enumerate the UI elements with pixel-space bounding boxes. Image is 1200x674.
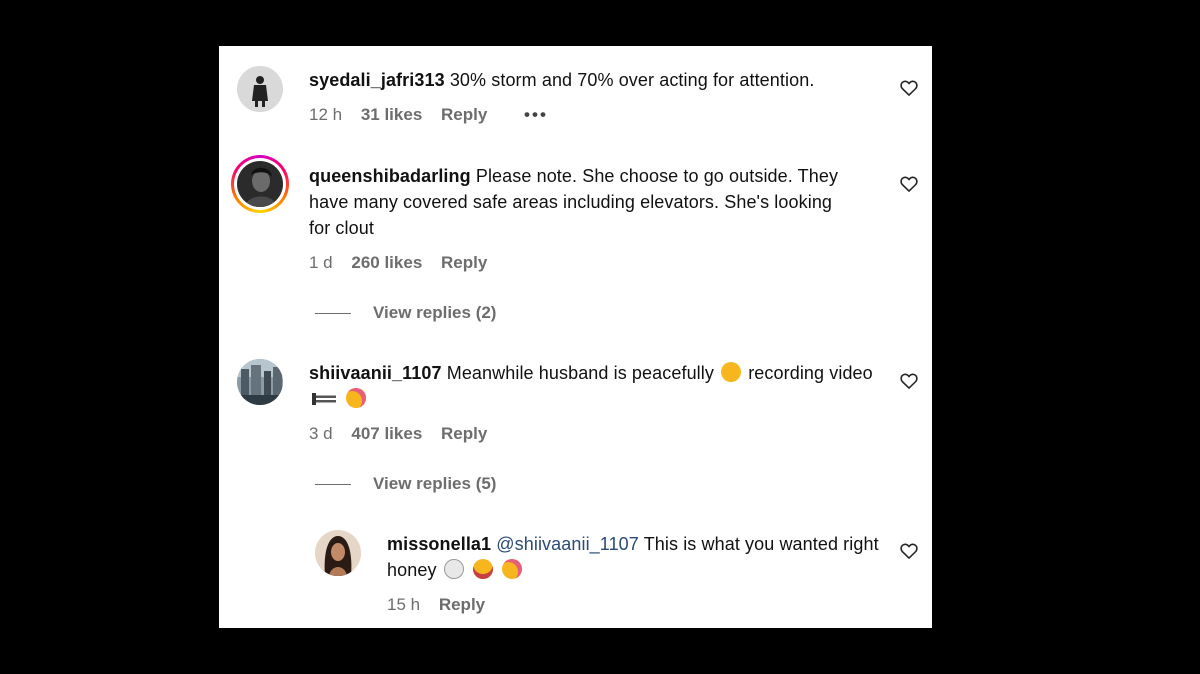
heart-icon[interactable] — [899, 174, 919, 194]
reply-button[interactable]: Reply — [441, 253, 487, 272]
view-replies-label: View replies (5) — [373, 474, 497, 493]
view-replies-button[interactable]: View replies (5) — [315, 474, 496, 494]
reply-button[interactable]: Reply — [441, 105, 487, 124]
likes-count[interactable]: 260 likes — [351, 253, 422, 272]
heart-icon[interactable] — [899, 78, 919, 98]
comment-meta: 3 d 407 likes Reply — [309, 424, 501, 444]
username[interactable]: queenshibadarling — [309, 166, 471, 186]
avatar — [237, 161, 283, 207]
view-replies-button[interactable]: View replies (2) — [315, 303, 496, 323]
comment-meta: 15 h Reply — [387, 595, 499, 615]
divider-line — [315, 484, 351, 486]
avatar[interactable] — [315, 530, 361, 576]
heart-icon[interactable] — [899, 541, 919, 561]
comment-text: 30% storm and 70% over acting for attent… — [449, 70, 815, 90]
skull-icon — [443, 559, 464, 579]
comment-meta: 1 d 260 likes Reply — [309, 253, 501, 273]
username[interactable]: syedali_jafri313 — [309, 70, 445, 90]
likes-count[interactable]: 31 likes — [361, 105, 422, 124]
comment-body: missonella1 @shiivaanii_1107 This is wha… — [387, 531, 887, 583]
reply-button[interactable]: Reply — [439, 595, 485, 614]
more-options-icon[interactable]: ••• — [524, 105, 548, 124]
timestamp[interactable]: 3 d — [309, 424, 333, 443]
joy-face-icon — [472, 559, 493, 579]
video-camera-icon — [312, 393, 336, 405]
avatar[interactable] — [237, 359, 283, 405]
divider-line — [315, 313, 351, 315]
comments-panel: syedali_jafri313 30% storm and 70% over … — [219, 46, 932, 628]
timestamp[interactable]: 1 d — [309, 253, 333, 272]
story-ring[interactable] — [231, 155, 289, 213]
comment-text-part1: Meanwhile husband is peacefully — [446, 363, 714, 383]
pensive-face-icon — [721, 362, 742, 382]
username[interactable]: missonella1 — [387, 534, 491, 554]
comment-body: queenshibadarling Please note. She choos… — [309, 163, 849, 241]
comment-text-part2: recording video — [748, 363, 873, 383]
mention-link[interactable]: @shiivaanii_1107 — [496, 534, 639, 554]
comment-body: shiivaanii_1107 Meanwhile husband is pea… — [309, 360, 879, 412]
comment-body: syedali_jafri313 30% storm and 70% over … — [309, 67, 849, 93]
comment-meta: 12 h 31 likes Reply ••• — [309, 105, 562, 125]
view-replies-label: View replies (2) — [373, 303, 497, 322]
rolling-laughing-face-icon — [346, 388, 367, 408]
avatar[interactable] — [237, 66, 283, 112]
heart-icon[interactable] — [899, 371, 919, 391]
reply-button[interactable]: Reply — [441, 424, 487, 443]
timestamp[interactable]: 15 h — [387, 595, 420, 614]
likes-count[interactable]: 407 likes — [351, 424, 422, 443]
timestamp[interactable]: 12 h — [309, 105, 342, 124]
username[interactable]: shiivaanii_1107 — [309, 363, 442, 383]
rolling-laughing-face-icon — [501, 559, 522, 579]
